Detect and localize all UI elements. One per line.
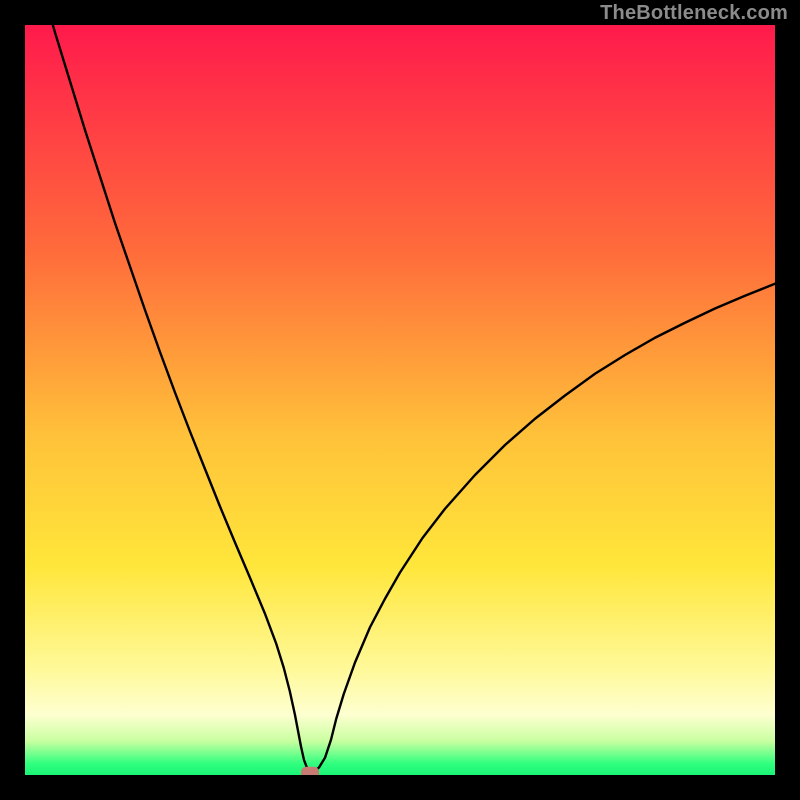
watermark-text: TheBottleneck.com [600,2,788,25]
optimal-point-marker [301,767,319,775]
chart-frame: TheBottleneck.com [0,0,800,800]
gradient-background [25,25,775,775]
bottleneck-chart [25,25,775,775]
